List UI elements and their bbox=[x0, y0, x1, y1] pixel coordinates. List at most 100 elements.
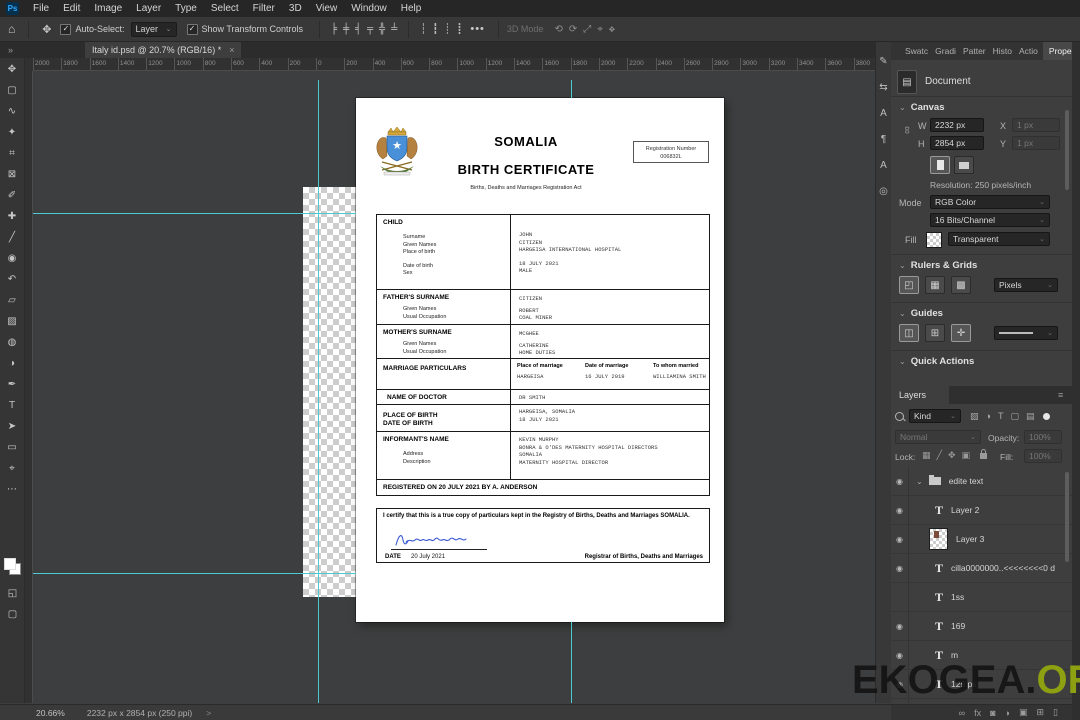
distribute-space-h-icon[interactable]: ┋ bbox=[456, 24, 462, 35]
panel-tab[interactable]: Swatc bbox=[905, 46, 928, 56]
canvas-section-header[interactable]: ⌄ Canvas bbox=[899, 102, 945, 113]
lock-position-icon[interactable]: ✥ bbox=[948, 450, 956, 461]
pan-3d-icon[interactable]: ⤢ bbox=[583, 24, 591, 35]
vertical-guide[interactable] bbox=[571, 622, 572, 703]
show-transform-checkbox[interactable]: ✓ bbox=[186, 23, 198, 35]
new-layer-icon[interactable]: ⊞ bbox=[1037, 707, 1045, 718]
eraser-tool[interactable]: ▱ bbox=[2, 290, 23, 310]
menu-item[interactable]: Layer bbox=[136, 3, 161, 14]
clear-guides-icon[interactable]: ✛ bbox=[951, 324, 971, 342]
panel-tab[interactable]: Patter bbox=[963, 46, 986, 56]
status-arrow-icon[interactable]: > bbox=[206, 708, 211, 718]
align-bottom-icon[interactable]: ╧ bbox=[391, 24, 397, 35]
fill-swatch[interactable] bbox=[926, 232, 942, 248]
menu-item[interactable]: Edit bbox=[63, 3, 80, 14]
tab-properties[interactable]: Properties bbox=[1042, 42, 1072, 60]
toggle-pixel-grid-icon[interactable]: ▩ bbox=[951, 276, 971, 294]
delete-layer-icon[interactable]: ▯ bbox=[1053, 707, 1058, 718]
vertical-guide[interactable] bbox=[318, 80, 319, 703]
landscape-orientation-button[interactable] bbox=[954, 156, 974, 174]
lasso-tool[interactable]: ∿ bbox=[2, 101, 23, 121]
layer-row[interactable]: ◉ Layer 3 bbox=[891, 525, 1072, 554]
blur-tool[interactable]: ◍ bbox=[2, 332, 23, 352]
panel-tab[interactable]: Actio bbox=[1019, 46, 1038, 56]
layer-name[interactable]: 1ss bbox=[951, 592, 964, 602]
adjustment-layer-icon[interactable]: ◑ bbox=[1005, 708, 1010, 718]
layer-row[interactable]: ◉ T cilla0000000..<<<<<<<<0 d bbox=[891, 554, 1072, 583]
paragraph-panel-icon[interactable]: ¶ bbox=[881, 134, 886, 145]
edit-toolbar[interactable]: ⋯ bbox=[2, 479, 23, 499]
vertical-guide[interactable] bbox=[571, 80, 572, 98]
distribute-v-icon[interactable]: ┆ bbox=[420, 24, 426, 35]
comments-panel-icon[interactable]: ⇆ bbox=[879, 82, 887, 93]
layer-mask-icon[interactable]: ◙ bbox=[990, 708, 995, 718]
libraries-panel-icon[interactable]: ◎ bbox=[879, 186, 888, 197]
lock-pixels-icon[interactable]: ╱ bbox=[937, 450, 942, 461]
clone-stamp-tool[interactable]: ◉ bbox=[2, 248, 23, 268]
guide-style-dropdown[interactable]: ⌄ bbox=[994, 326, 1058, 340]
layer-row[interactable]: ◉ ⌄ edite text bbox=[891, 467, 1072, 496]
brush-tool[interactable]: ╱ bbox=[2, 227, 23, 247]
gradient-tool[interactable]: ▨ bbox=[2, 311, 23, 331]
panel-tab[interactable]: Gradi bbox=[935, 46, 956, 56]
move-tool[interactable]: ✥ bbox=[2, 59, 23, 79]
align-middle-icon[interactable]: ╬ bbox=[379, 24, 385, 35]
path-select-tool[interactable]: ➤ bbox=[2, 416, 23, 436]
orbit-3d-icon[interactable]: ⟲ bbox=[554, 24, 562, 35]
frame-tool[interactable]: ⊠ bbox=[2, 164, 23, 184]
mode-dropdown[interactable]: RGB Color ⌄ bbox=[930, 195, 1050, 209]
slide-3d-icon[interactable]: ⌖ bbox=[597, 24, 603, 35]
layer-visibility-icon[interactable]: ◉ bbox=[891, 612, 909, 640]
menu-item[interactable]: File bbox=[33, 3, 49, 14]
character-panel-icon[interactable]: A bbox=[880, 108, 887, 119]
layer-filter-dropdown[interactable]: Kind ⌄ bbox=[909, 409, 961, 423]
lock-all-icon[interactable] bbox=[980, 448, 987, 459]
healing-brush-tool[interactable]: ✚ bbox=[2, 206, 23, 226]
glyphs-panel-icon[interactable]: A bbox=[880, 160, 887, 171]
layer-row[interactable]: ◉ T 169 bbox=[891, 612, 1072, 641]
vertical-ruler[interactable]: 2000200400600800100012001400160018002000… bbox=[25, 71, 33, 703]
layer-visibility-icon[interactable]: ◉ bbox=[891, 496, 909, 524]
home-icon[interactable]: ⌂ bbox=[8, 22, 15, 36]
ruler-units-dropdown[interactable]: Pixels ⌄ bbox=[994, 278, 1058, 292]
layer-name[interactable]: 169 bbox=[951, 621, 965, 631]
align-top-icon[interactable]: ╤ bbox=[367, 24, 373, 35]
horizontal-guide[interactable] bbox=[33, 213, 356, 214]
fill-dropdown[interactable]: Transparent ⌄ bbox=[948, 232, 1050, 246]
width-field[interactable]: 2232 px bbox=[930, 118, 984, 132]
align-center-h-icon[interactable]: ╪ bbox=[343, 24, 349, 35]
filter-smart-objects-icon[interactable]: ▤ bbox=[1026, 411, 1035, 422]
menu-item[interactable]: Filter bbox=[253, 3, 275, 14]
panel-tab[interactable]: Histo bbox=[993, 46, 1012, 56]
layers-menu-icon[interactable]: ≡ bbox=[1058, 390, 1063, 400]
layer-visibility-icon[interactable]: ◉ bbox=[891, 554, 909, 582]
menu-item[interactable]: Image bbox=[94, 3, 122, 14]
toggle-rulers-icon[interactable]: ◰ bbox=[899, 276, 919, 294]
layer-name[interactable]: Layer 2 bbox=[951, 505, 979, 515]
crop-tool[interactable]: ⌗ bbox=[2, 143, 23, 163]
filter-type-layers-icon[interactable]: T bbox=[998, 411, 1004, 422]
document-tab[interactable]: Italy id.psd @ 20.7% (RGB/16) * × bbox=[85, 42, 242, 58]
menu-item[interactable]: Window bbox=[351, 3, 387, 14]
filter-pixel-layers-icon[interactable]: ▨ bbox=[970, 411, 979, 422]
filter-toggle-icon[interactable] bbox=[1043, 412, 1051, 420]
panel-overflow-icon[interactable]: » bbox=[8, 45, 13, 55]
guides-section-header[interactable]: ⌄ Guides bbox=[899, 308, 943, 319]
transparent-canvas-region[interactable] bbox=[303, 187, 356, 597]
layer-name[interactable]: Layer 3 bbox=[956, 534, 984, 544]
layer-name[interactable]: edite text bbox=[949, 476, 984, 486]
toggle-guides-icon[interactable]: ◫ bbox=[899, 324, 919, 342]
quick-mask-icon[interactable]: ◱ bbox=[2, 583, 23, 603]
height-field[interactable]: 2854 px bbox=[930, 136, 984, 150]
zoom-level[interactable]: 20.66% bbox=[36, 708, 65, 718]
layers-scrollbar[interactable] bbox=[1065, 472, 1069, 562]
eyedropper-tool[interactable]: ✐ bbox=[2, 185, 23, 205]
horizontal-guide[interactable] bbox=[33, 573, 356, 574]
align-right-icon[interactable]: ╡ bbox=[355, 24, 361, 35]
pen-tool[interactable]: ✒ bbox=[2, 374, 23, 394]
lock-artboard-icon[interactable]: ▣ bbox=[961, 450, 970, 461]
zoom-tool[interactable]: ⌖ bbox=[2, 458, 23, 478]
foreground-color-swatch[interactable] bbox=[4, 558, 16, 570]
menu-item[interactable]: Type bbox=[175, 3, 197, 14]
shape-tool[interactable]: ▭ bbox=[2, 437, 23, 457]
